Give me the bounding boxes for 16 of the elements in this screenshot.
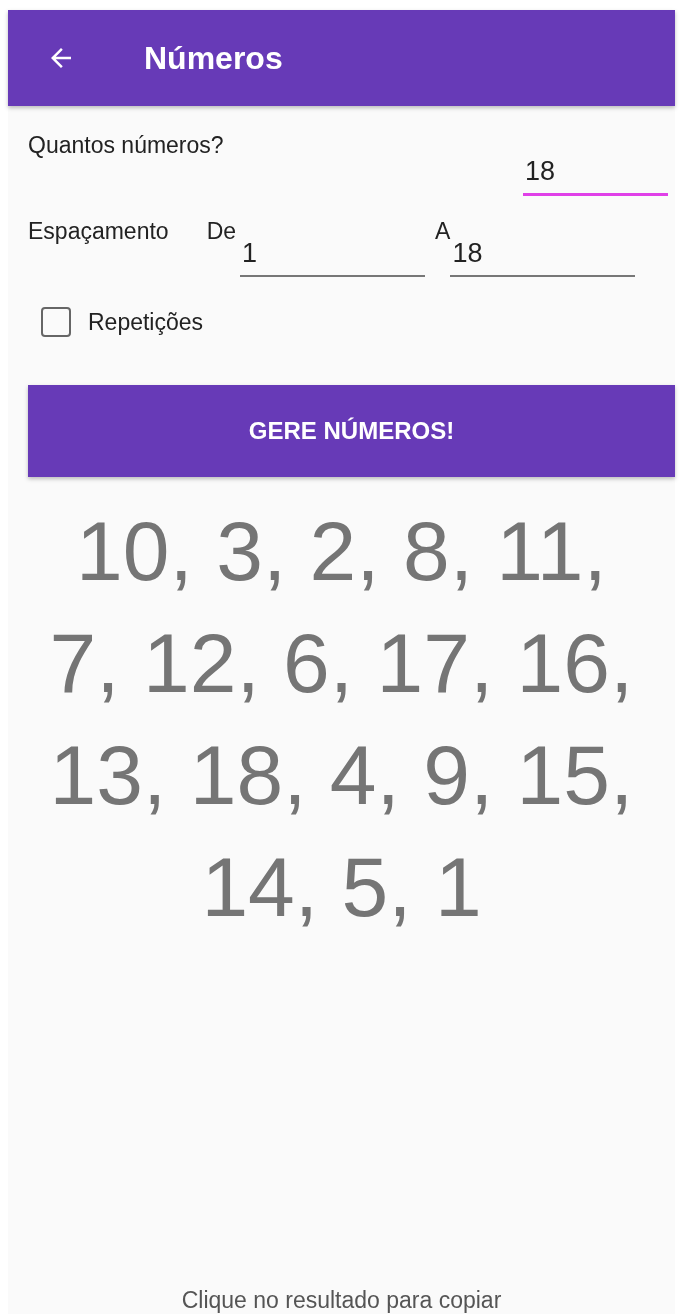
result-line[interactable]: 14, 5, 1	[28, 831, 655, 943]
to-label: A	[435, 218, 451, 245]
screen-title: Números	[144, 39, 283, 77]
from-label: De	[206, 218, 237, 245]
generate-button[interactable]: GERE NÚMEROS!	[28, 385, 675, 477]
repetitions-checkbox[interactable]	[41, 307, 71, 337]
result-line[interactable]: 13, 18, 4, 9, 15,	[28, 719, 655, 831]
copy-hint: Clique no resultado para copiar	[180, 1286, 503, 1314]
repetitions-label: Repetições	[88, 308, 204, 336]
quantity-label: Quantos números?	[28, 132, 224, 160]
result-line[interactable]: 7, 12, 6, 17, 16,	[28, 607, 655, 719]
result-line[interactable]: 10, 3, 2, 8, 11,	[28, 495, 655, 607]
spacing-label: Espaçamento	[28, 218, 169, 245]
quantity-field[interactable]: 18	[523, 154, 668, 196]
to-field[interactable]: 18	[450, 236, 636, 277]
from-field[interactable]: 1	[240, 236, 426, 277]
